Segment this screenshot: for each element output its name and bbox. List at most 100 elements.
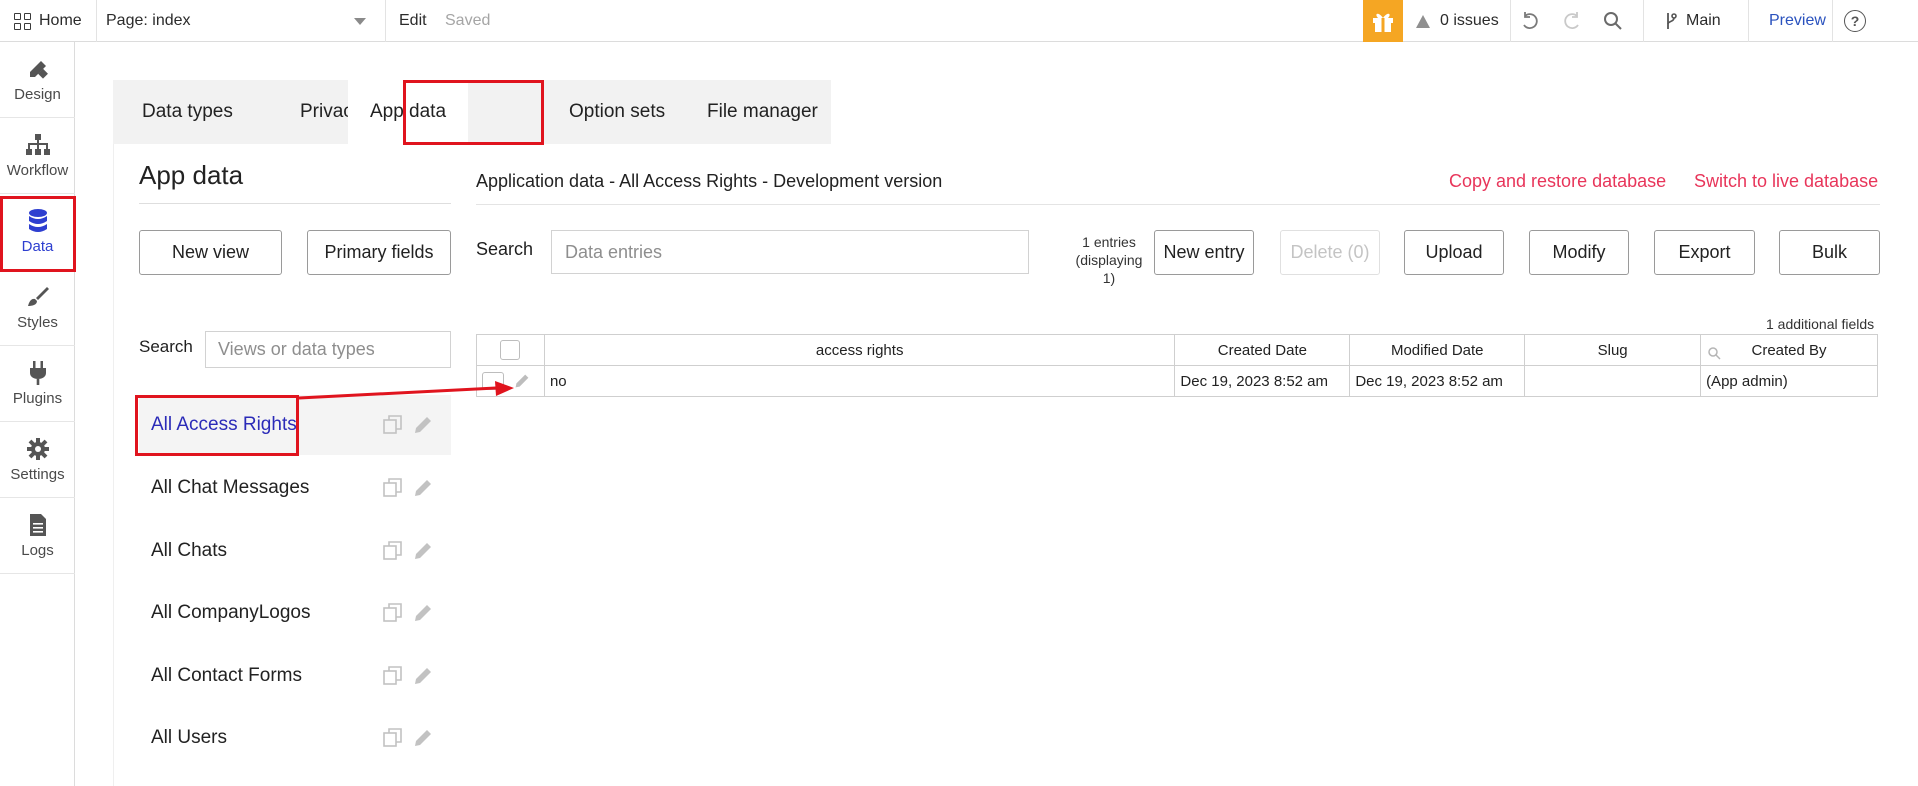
preview-label: Preview — [1769, 12, 1826, 29]
nav-plugins[interactable]: Plugins — [0, 346, 75, 422]
nav-styles-label: Styles — [17, 314, 58, 331]
table-cell[interactable]: Dec 19, 2023 8:52 am — [1174, 365, 1351, 397]
nav-data[interactable]: Data — [0, 194, 75, 270]
primary-fields-button[interactable]: Primary fields — [307, 230, 451, 275]
view-item-label: All Access Rights — [151, 414, 297, 435]
tab-app-data-label: App data — [369, 101, 447, 122]
edit-pencil-icon[interactable] — [413, 541, 433, 561]
view-item-all-access-rights[interactable]: All Access Rights — [139, 395, 451, 455]
nav-logs[interactable]: Logs — [0, 498, 75, 574]
view-item-all-contact-forms[interactable]: All Contact Forms — [139, 646, 451, 706]
data-search-label: Search — [476, 239, 534, 259]
nav-styles[interactable]: Styles — [0, 270, 75, 346]
edit-pencil-icon[interactable] — [413, 478, 433, 498]
view-item-all-users[interactable]: All Users — [139, 708, 451, 768]
edit-label: Edit — [399, 12, 427, 29]
copy-icon[interactable] — [383, 415, 403, 435]
tab-file-manager[interactable]: File manager — [707, 80, 818, 144]
copy-icon[interactable] — [383, 666, 403, 686]
data-table: access rights Created Date Modified Date… — [476, 334, 1878, 397]
sitemap-icon — [25, 132, 51, 158]
page-selector[interactable]: Page: index — [106, 0, 376, 42]
home-button[interactable]: Home — [14, 0, 82, 42]
view-item-all-companylogos[interactable]: All CompanyLogos — [139, 583, 451, 643]
new-entry-button[interactable]: New entry — [1154, 230, 1254, 275]
tab-option-sets-label: Option sets — [569, 101, 666, 122]
copy-icon[interactable] — [383, 728, 403, 748]
primary-fields-label: Primary fields — [324, 242, 434, 262]
edit-pencil-icon[interactable] — [514, 373, 530, 389]
column-header-label: Created By — [1751, 341, 1827, 359]
column-header-created-by[interactable]: Created By — [1700, 334, 1878, 366]
table-cell[interactable]: (App admin) — [1700, 365, 1878, 397]
entries-count-line: 1 entries — [1082, 234, 1136, 250]
nav-settings-label: Settings — [10, 466, 65, 483]
edit-pencil-icon[interactable] — [413, 728, 433, 748]
data-entries-search-input[interactable] — [551, 230, 1029, 274]
copy-icon[interactable] — [383, 603, 403, 623]
data-tabs: Data types Privacy App data Option sets … — [113, 80, 831, 144]
upload-button[interactable]: Upload — [1404, 230, 1504, 275]
table-cell[interactable]: no — [543, 365, 1176, 397]
search-icon[interactable] — [1707, 346, 1721, 360]
table-header-row: access rights Created Date Modified Date… — [476, 334, 1878, 366]
copy-restore-database-link[interactable]: Copy and restore database — [1449, 171, 1666, 192]
delete-button[interactable]: Delete (0) — [1280, 230, 1380, 275]
left-nav-rail: Design Workflow Data Styles Plugins Sett… — [0, 42, 75, 786]
edit-pencil-icon[interactable] — [413, 666, 433, 686]
select-all-checkbox[interactable] — [500, 340, 521, 360]
additional-fields-link[interactable]: 1 additional fields — [1766, 316, 1874, 332]
copy-icon[interactable] — [383, 478, 403, 498]
branch-selector[interactable]: Main — [1664, 0, 1721, 42]
view-item-label: All Users — [151, 727, 228, 748]
edit-menu[interactable]: Edit — [399, 0, 427, 42]
help-button[interactable]: ? — [1844, 0, 1866, 42]
issues-button[interactable]: 0 issues — [1416, 0, 1499, 42]
table-row[interactable]: no Dec 19, 2023 8:52 am Dec 19, 2023 8:5… — [476, 365, 1878, 397]
view-item-all-chats[interactable]: All Chats — [139, 521, 451, 581]
modify-button[interactable]: Modify — [1529, 230, 1629, 275]
column-header[interactable]: Created Date — [1174, 334, 1351, 366]
undo-button[interactable] — [1519, 0, 1541, 42]
copy-icon[interactable] — [383, 541, 403, 561]
view-item-all-chat-messages[interactable]: All Chat Messages — [139, 458, 451, 518]
views-search-input[interactable] — [205, 331, 451, 368]
switch-live-database-link[interactable]: Switch to live database — [1694, 171, 1878, 192]
edit-pencil-icon[interactable] — [413, 415, 433, 435]
search-button[interactable] — [1602, 0, 1624, 42]
file-icon — [29, 512, 47, 538]
redo-button[interactable] — [1561, 0, 1583, 42]
nav-design[interactable]: Design — [0, 42, 75, 118]
nav-workflow[interactable]: Workflow — [0, 118, 75, 194]
new-view-button[interactable]: New view — [139, 230, 282, 275]
row-checkbox[interactable] — [482, 372, 504, 391]
plug-icon — [28, 360, 48, 386]
upload-label: Upload — [1425, 242, 1483, 262]
redo-icon — [1564, 12, 1579, 29]
edit-pencil-icon[interactable] — [413, 603, 433, 623]
view-item-label: All CompanyLogos — [151, 602, 311, 623]
gift-button[interactable] — [1363, 0, 1403, 42]
tab-app-data[interactable]: App data — [348, 80, 468, 144]
column-header[interactable]: access rights — [543, 334, 1176, 366]
branch-icon — [1667, 13, 1677, 29]
gear-icon — [26, 436, 50, 462]
bulk-button[interactable]: Bulk — [1779, 230, 1880, 275]
table-cell[interactable] — [1524, 365, 1702, 397]
pencil-ruler-icon — [26, 56, 50, 82]
view-item-label: All Chat Messages — [151, 477, 310, 498]
column-header[interactable]: Slug — [1524, 334, 1702, 366]
views-search-label: Search — [139, 337, 193, 356]
chevron-down-icon — [354, 18, 366, 25]
apps-grid-icon — [14, 12, 31, 30]
saved-status: Saved — [445, 0, 490, 42]
preview-button[interactable]: Preview — [1769, 0, 1826, 42]
column-header[interactable]: Modified Date — [1349, 334, 1526, 366]
nav-settings[interactable]: Settings — [0, 422, 75, 498]
tab-option-sets[interactable]: Option sets — [569, 80, 665, 144]
export-button[interactable]: Export — [1654, 230, 1755, 275]
select-all-cell — [476, 334, 545, 366]
tab-data-types[interactable]: Data types — [142, 80, 233, 144]
brush-icon — [26, 284, 50, 310]
table-cell[interactable]: Dec 19, 2023 8:52 am — [1349, 365, 1526, 397]
